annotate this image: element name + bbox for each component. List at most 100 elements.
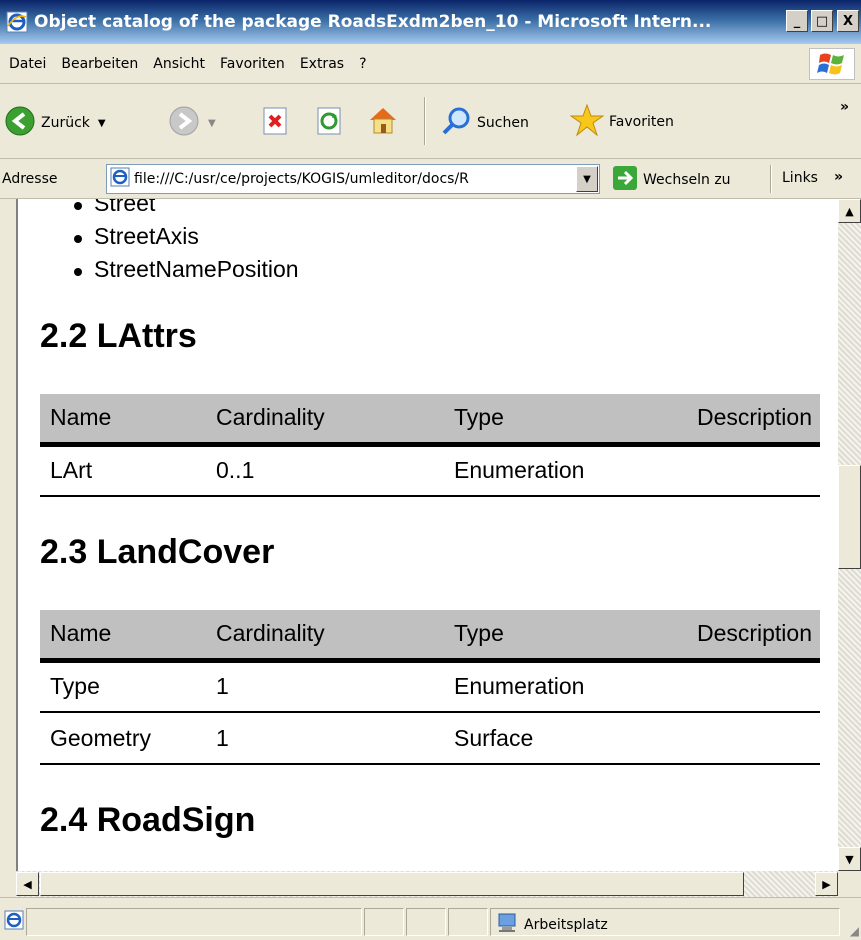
list-item[interactable]: StreetNamePosition (18, 253, 838, 286)
refresh-button[interactable] (316, 107, 344, 139)
menu-bearbeiten[interactable]: Bearbeiten (61, 56, 138, 72)
vertical-scrollbar[interactable]: ▲ ▼ (838, 199, 861, 871)
close-button[interactable]: X (837, 10, 859, 32)
cell-description (670, 660, 820, 713)
scroll-down-arrow-icon[interactable]: ▼ (838, 847, 861, 871)
cell-name: LArt (40, 444, 216, 497)
attribute-table-landcover: Name Cardinality Type Description Type 1… (40, 610, 820, 765)
stop-icon (262, 107, 290, 139)
horizontal-scrollbar[interactable]: ◀ ▶ (16, 871, 838, 897)
status-pane (406, 908, 446, 936)
page-status-icon (4, 910, 24, 934)
search-icon (440, 105, 472, 141)
table-row: Geometry 1 Surface (40, 712, 820, 765)
table-row: LArt 0..1 Enumeration (40, 444, 820, 497)
address-dropdown-icon[interactable]: ▼ (576, 166, 598, 192)
scroll-right-arrow-icon[interactable]: ▶ (815, 872, 838, 896)
refresh-icon (316, 107, 344, 139)
favorites-button[interactable]: Favoriten (569, 103, 674, 141)
forward-arrow-icon (168, 105, 200, 141)
table-header-row: Name Cardinality Type Description (40, 610, 820, 663)
scroll-left-arrow-icon[interactable]: ◀ (16, 872, 39, 896)
back-arrow-icon (4, 105, 36, 141)
page-content: Street StreetAxis StreetNamePosition 2.2… (18, 199, 838, 840)
header-cardinality: Cardinality (216, 394, 454, 447)
status-pane (364, 908, 404, 936)
header-cardinality: Cardinality (216, 610, 454, 663)
section-heading-landcover: 2.3 LandCover (40, 533, 275, 571)
toolbar-separator (424, 97, 426, 145)
header-description: Description (670, 610, 820, 663)
menu-ansicht[interactable]: Ansicht (153, 56, 205, 72)
scrollbar-corner (838, 871, 861, 897)
menu-extras[interactable]: Extras (300, 56, 344, 72)
windows-logo-icon (809, 48, 855, 80)
section-heading-roadsign: 2.4 RoadSign (40, 801, 256, 839)
back-label: Zurück (41, 115, 90, 131)
cell-cardinality: 1 (216, 660, 454, 713)
back-dropdown-icon[interactable]: ▼ (98, 118, 106, 129)
cell-type: Enumeration (454, 660, 670, 713)
favorites-star-icon (569, 103, 605, 141)
menu-datei[interactable]: Datei (9, 56, 46, 72)
zone-label: Arbeitsplatz (524, 917, 608, 933)
header-name: Name (40, 394, 216, 447)
status-bar: Arbeitsplatz ◢ (0, 897, 861, 940)
attribute-table-lattrs: Name Cardinality Type Description LArt 0… (40, 394, 820, 497)
minimize-button[interactable]: _ (786, 10, 808, 32)
search-label: Suchen (477, 115, 529, 131)
header-name: Name (40, 610, 216, 663)
left-frame-border (0, 199, 16, 897)
horizontal-scroll-thumb[interactable] (40, 872, 744, 896)
security-zone: Arbeitsplatz (496, 912, 608, 938)
vertical-scroll-thumb[interactable] (838, 465, 861, 569)
window-title: Object catalog of the package RoadsExdm2… (34, 12, 712, 32)
stop-button[interactable] (262, 107, 290, 139)
go-label: Wechseln zu (643, 172, 731, 188)
internet-explorer-icon (6, 11, 28, 33)
cell-type: Surface (454, 712, 670, 765)
resize-grip-icon[interactable]: ◢ (850, 924, 859, 938)
address-bar: Adresse file:///C:/usr/ce/projects/KOGIS… (0, 159, 861, 199)
address-input[interactable]: file:///C:/usr/ce/projects/KOGIS/umledit… (106, 164, 600, 194)
search-button[interactable]: Suchen (440, 105, 529, 141)
header-type: Type (454, 610, 670, 663)
list-item[interactable]: StreetAxis (18, 220, 838, 253)
address-url: file:///C:/usr/ce/projects/KOGIS/umledit… (134, 171, 469, 187)
cell-description (670, 712, 820, 765)
scroll-up-arrow-icon[interactable]: ▲ (838, 199, 861, 223)
links-overflow-chevron-icon[interactable]: » (834, 169, 843, 185)
cell-description (670, 444, 820, 497)
header-description: Description (670, 394, 820, 447)
title-bar[interactable]: Object catalog of the package RoadsExdm2… (0, 0, 861, 44)
menu-bar: Datei Bearbeiten Ansicht Favoriten Extra… (0, 44, 861, 84)
cell-cardinality: 1 (216, 712, 454, 765)
table-row: Type 1 Enumeration (40, 660, 820, 713)
page-icon (110, 167, 130, 191)
address-label: Adresse (2, 170, 58, 187)
header-type: Type (454, 394, 670, 447)
favorites-label: Favoriten (609, 114, 674, 130)
back-button[interactable]: Zurück ▼ (4, 105, 106, 141)
cell-cardinality: 0..1 (216, 444, 454, 497)
links-separator (770, 165, 772, 193)
home-button[interactable] (366, 103, 400, 141)
cell-name: Type (40, 660, 216, 713)
go-arrow-icon (612, 165, 638, 195)
status-pane (448, 908, 488, 936)
section-heading-lattrs: 2.2 LAttrs (40, 317, 197, 355)
page-viewport[interactable]: Street StreetAxis StreetNamePosition 2.2… (16, 199, 838, 871)
list-item[interactable]: Street (18, 199, 838, 220)
toolbar-overflow-chevron-icon[interactable]: » (840, 99, 849, 115)
home-icon (366, 103, 400, 141)
class-list: Street StreetAxis StreetNamePosition (18, 199, 838, 286)
maximize-button[interactable]: □ (811, 10, 833, 32)
table-header-row: Name Cardinality Type Description (40, 394, 820, 447)
links-button[interactable]: Links (782, 170, 818, 186)
go-button[interactable]: Wechseln zu (612, 165, 731, 195)
menu-favoriten[interactable]: Favoriten (220, 56, 285, 72)
status-text-pane (26, 908, 362, 936)
forward-button[interactable]: ▼ (168, 105, 216, 141)
forward-dropdown-icon[interactable]: ▼ (208, 118, 216, 129)
menu-help[interactable]: ? (359, 56, 366, 72)
